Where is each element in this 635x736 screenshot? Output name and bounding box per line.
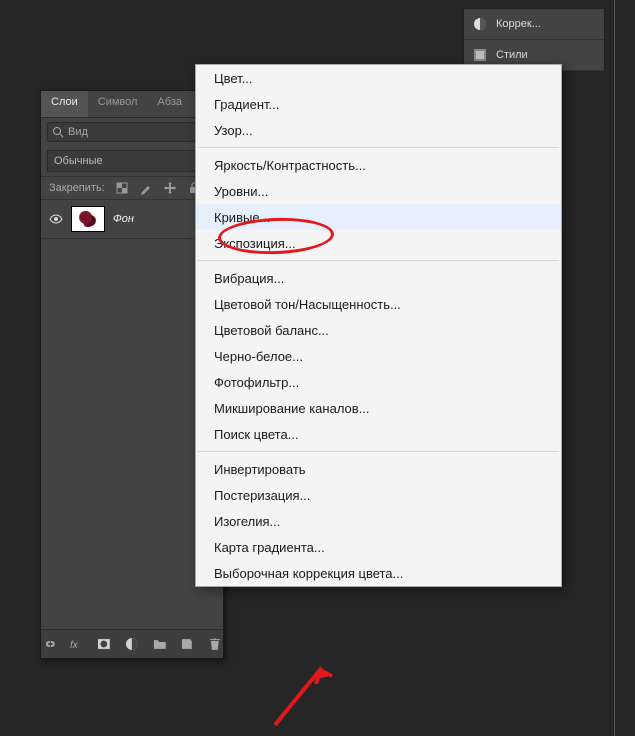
menu-item[interactable]: Цвет...: [196, 65, 561, 91]
layer-thumbnail[interactable]: [71, 206, 105, 232]
menu-item[interactable]: Кривые...: [196, 204, 561, 230]
lock-pixels-icon[interactable]: [115, 181, 129, 195]
lock-brush-icon[interactable]: [139, 181, 153, 195]
menu-item[interactable]: Инвертировать: [196, 456, 561, 482]
trash-icon[interactable]: [207, 636, 223, 652]
app-divider: [614, 0, 615, 736]
menu-item[interactable]: Выборочная коррекция цвета...: [196, 560, 561, 586]
menu-item[interactable]: Экспозиция...: [196, 230, 561, 256]
styles-icon: [472, 47, 488, 63]
menu-item[interactable]: Микширование каналов...: [196, 395, 561, 421]
new-layer-icon[interactable]: [180, 636, 196, 652]
adjustment-layer-icon[interactable]: [124, 636, 140, 652]
menu-item[interactable]: Фотофильтр...: [196, 369, 561, 395]
layers-bottom-bar: fx: [41, 629, 223, 658]
menu-separator: [198, 451, 559, 452]
menu-item[interactable]: Узор...: [196, 117, 561, 143]
lock-move-icon[interactable]: [163, 181, 177, 195]
visibility-icon[interactable]: [49, 212, 63, 226]
menu-item[interactable]: Яркость/Контрастность...: [196, 152, 561, 178]
menu-item[interactable]: Изогелия...: [196, 508, 561, 534]
menu-item[interactable]: Вибрация...: [196, 265, 561, 291]
layer-filter-select[interactable]: Вид: [47, 122, 217, 142]
tab-paragraph[interactable]: Абза: [147, 91, 192, 117]
menu-item[interactable]: Градиент...: [196, 91, 561, 117]
lock-label: Закрепить:: [49, 182, 105, 194]
panel-item-label: Стили: [496, 49, 528, 61]
fx-icon[interactable]: fx: [69, 636, 85, 652]
tab-layers[interactable]: Слои: [41, 91, 88, 117]
menu-separator: [198, 147, 559, 148]
layer-mask-icon[interactable]: [96, 636, 112, 652]
menu-item[interactable]: Поиск цвета...: [196, 421, 561, 447]
adjustment-layer-menu: Цвет...Градиент...Узор... Яркость/Контрас…: [195, 64, 562, 587]
menu-separator: [198, 260, 559, 261]
annotation-arrow: [265, 660, 355, 730]
link-layers-icon[interactable]: [41, 636, 57, 652]
menu-item[interactable]: Черно-белое...: [196, 343, 561, 369]
menu-item[interactable]: Уровни...: [196, 178, 561, 204]
search-icon: [52, 126, 64, 138]
layer-name[interactable]: Фон: [113, 213, 134, 225]
panel-item-corrections[interactable]: Коррек...: [464, 9, 604, 40]
blendmode-label: Обычные: [54, 155, 103, 167]
blendmode-select[interactable]: Обычные: [47, 150, 217, 172]
svg-text:fx: fx: [70, 640, 79, 651]
group-icon[interactable]: [152, 636, 168, 652]
adjustments-panel: Коррек... Стили: [463, 8, 605, 72]
circle-half-icon: [472, 16, 488, 32]
menu-item[interactable]: Цветовой тон/Насыщенность...: [196, 291, 561, 317]
panel-item-label: Коррек...: [496, 18, 541, 30]
layer-filter-label: Вид: [68, 126, 88, 138]
menu-item[interactable]: Постеризация...: [196, 482, 561, 508]
menu-item[interactable]: Цветовой баланс...: [196, 317, 561, 343]
tab-character[interactable]: Символ: [88, 91, 148, 117]
menu-item[interactable]: Карта градиента...: [196, 534, 561, 560]
